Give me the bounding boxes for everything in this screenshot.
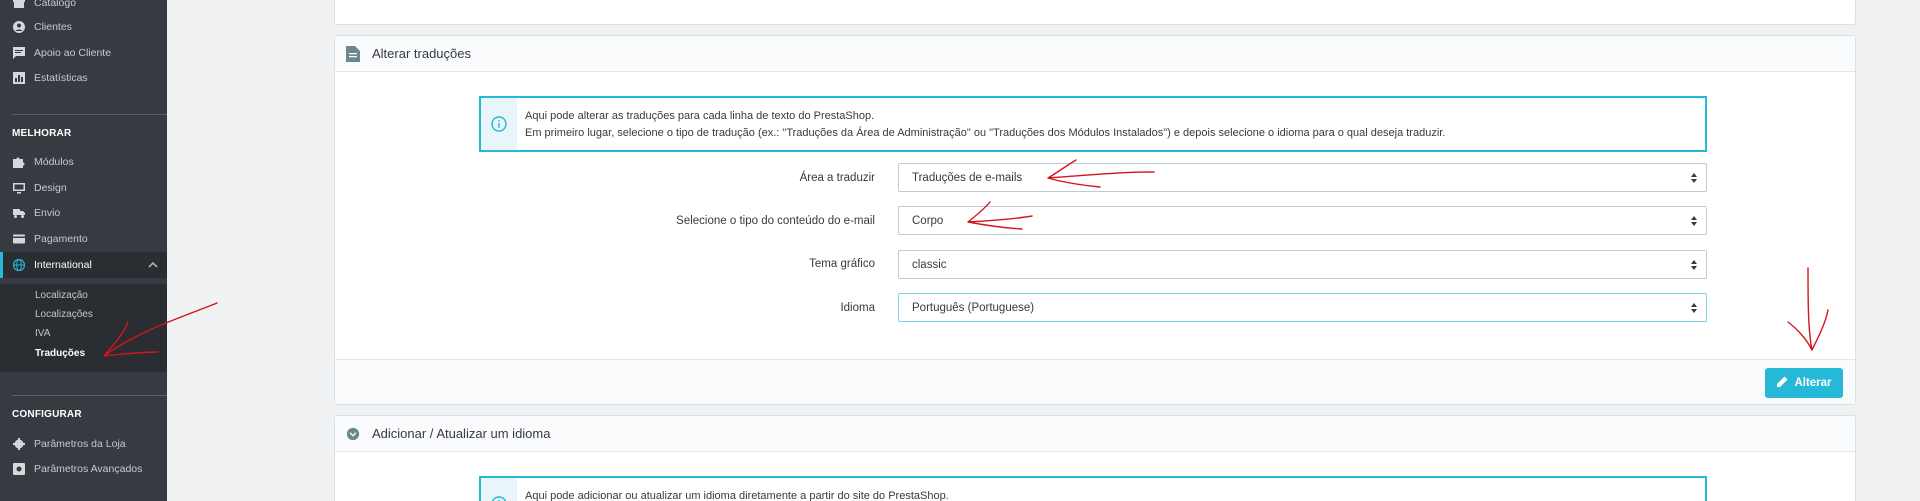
sidebar-item-label: Design bbox=[34, 182, 67, 194]
submenu-item-traducoes[interactable]: Traduções bbox=[35, 348, 85, 359]
puzzle-icon bbox=[12, 156, 25, 169]
sidebar-item-clientes[interactable]: Clientes bbox=[0, 14, 167, 40]
monitor-icon bbox=[12, 182, 25, 195]
select-area-traduzir[interactable]: Traduções de e-mails bbox=[898, 163, 1707, 192]
sidebar-item-design[interactable]: Design bbox=[0, 175, 167, 201]
submenu-international: Localização Localizações IVA Traduções bbox=[0, 284, 167, 372]
panel-title: Alterar traduções bbox=[372, 46, 471, 61]
sidebar-item-international[interactable]: International bbox=[0, 252, 167, 278]
sidebar-item-label: Catálogo bbox=[34, 0, 77, 9]
select-idioma[interactable]: Português (Portuguese) bbox=[898, 293, 1707, 322]
label-idioma: Idioma bbox=[840, 302, 875, 314]
store-icon bbox=[12, 0, 25, 10]
label-tema-grafico: Tema gráfico bbox=[809, 258, 875, 270]
sidebar-item-label: Pagamento bbox=[34, 233, 88, 245]
panel-alterar-traducoes: Alterar traduções Aqui pode alterar as t… bbox=[334, 35, 1856, 405]
button-label: Alterar bbox=[1794, 377, 1832, 389]
active-indicator bbox=[0, 252, 3, 278]
sidebar-item-label: Módulos bbox=[34, 156, 74, 168]
sidebar-item-label: International bbox=[34, 259, 92, 271]
section-heading-melhorar: MELHORAR bbox=[12, 128, 72, 139]
sort-caret-icon bbox=[1690, 259, 1698, 271]
info-alert: Aqui pode alterar as traduções para cada… bbox=[479, 96, 1707, 152]
select-value: classic bbox=[912, 258, 947, 271]
info-icon-bar bbox=[481, 478, 517, 501]
sidebar-item-envio[interactable]: Envio bbox=[0, 200, 167, 226]
card-icon bbox=[12, 233, 25, 246]
sidebar-divider bbox=[12, 395, 167, 396]
truck-icon bbox=[12, 207, 25, 220]
sidebar: Catálogo Clientes Apoio ao Cliente Estat… bbox=[0, 0, 167, 501]
sidebar-item-modulos[interactable]: Módulos bbox=[0, 149, 167, 175]
gear-icon bbox=[12, 438, 25, 451]
pencil-icon bbox=[1776, 376, 1794, 391]
sidebar-item-label: Parâmetros Avançados bbox=[34, 463, 143, 475]
info-line: Aqui pode alterar as traduções para cada… bbox=[525, 110, 875, 122]
panel-footer: Alterar bbox=[335, 359, 1855, 404]
select-value: Corpo bbox=[912, 214, 944, 227]
sidebar-divider bbox=[12, 114, 167, 115]
sidebar-item-estatisticas[interactable]: Estatísticas bbox=[0, 65, 167, 91]
info-icon bbox=[491, 496, 507, 501]
sidebar-item-label: Apoio ao Cliente bbox=[34, 47, 112, 59]
submenu-item-localizacoes[interactable]: Localizações bbox=[35, 309, 93, 320]
info-text: Aqui pode adicionar ou atualizar um idio… bbox=[517, 478, 949, 501]
sort-caret-icon bbox=[1690, 302, 1698, 314]
globe-icon bbox=[12, 259, 25, 272]
panel-title: Adicionar / Atualizar um idioma bbox=[372, 426, 551, 441]
sidebar-item-parametros-avancados[interactable]: Parâmetros Avançados bbox=[0, 456, 167, 482]
label-tipo-conteudo-email: Selecione o tipo do conteúdo do e-mail bbox=[676, 215, 875, 227]
select-tipo-conteudo-email[interactable]: Corpo bbox=[898, 206, 1707, 235]
sidebar-item-label: Estatísticas bbox=[34, 72, 88, 84]
info-alert: Aqui pode adicionar ou atualizar um idio… bbox=[479, 476, 1707, 501]
submenu-item-localizacao[interactable]: Localização bbox=[35, 290, 88, 301]
sidebar-item-label: Parâmetros da Loja bbox=[34, 438, 126, 450]
panel-adicionar-idioma: Adicionar / Atualizar um idioma Aqui pod… bbox=[334, 415, 1856, 501]
sort-caret-icon bbox=[1690, 215, 1698, 227]
info-icon bbox=[491, 116, 507, 137]
panel-previous bbox=[334, 0, 1856, 25]
chevron-down-circle-icon bbox=[346, 426, 362, 442]
document-icon bbox=[346, 45, 362, 62]
sidebar-item-label: Envio bbox=[34, 207, 61, 219]
submenu-item-iva[interactable]: IVA bbox=[35, 328, 50, 339]
gears-icon bbox=[12, 463, 25, 476]
panel-header: Alterar traduções bbox=[335, 36, 1855, 72]
section-heading-configurar: CONFIGURAR bbox=[12, 409, 82, 420]
user-icon bbox=[12, 21, 25, 34]
alterar-button[interactable]: Alterar bbox=[1765, 368, 1843, 398]
label-area-traduzir: Área a traduzir bbox=[799, 172, 875, 184]
info-icon-bar bbox=[481, 98, 517, 150]
sidebar-item-label: Clientes bbox=[34, 21, 72, 33]
chat-icon bbox=[12, 47, 25, 60]
sidebar-item-apoio-cliente[interactable]: Apoio ao Cliente bbox=[0, 40, 167, 66]
chevron-up-icon[interactable] bbox=[148, 260, 158, 270]
sort-caret-icon bbox=[1690, 172, 1698, 184]
select-value: Português (Portuguese) bbox=[912, 301, 1035, 314]
select-tema-grafico[interactable]: classic bbox=[898, 250, 1707, 279]
select-value: Traduções de e-mails bbox=[912, 171, 1023, 184]
info-text: Aqui pode alterar as traduções para cada… bbox=[517, 98, 1445, 150]
chart-icon bbox=[12, 72, 25, 85]
sidebar-item-pagamento[interactable]: Pagamento bbox=[0, 226, 167, 252]
panel-header[interactable]: Adicionar / Atualizar um idioma bbox=[335, 416, 1855, 452]
sidebar-item-parametros-loja[interactable]: Parâmetros da Loja bbox=[0, 431, 167, 457]
info-line: Aqui pode adicionar ou atualizar um idio… bbox=[525, 490, 949, 501]
info-line: Em primeiro lugar, selecione o tipo de t… bbox=[525, 127, 1446, 139]
